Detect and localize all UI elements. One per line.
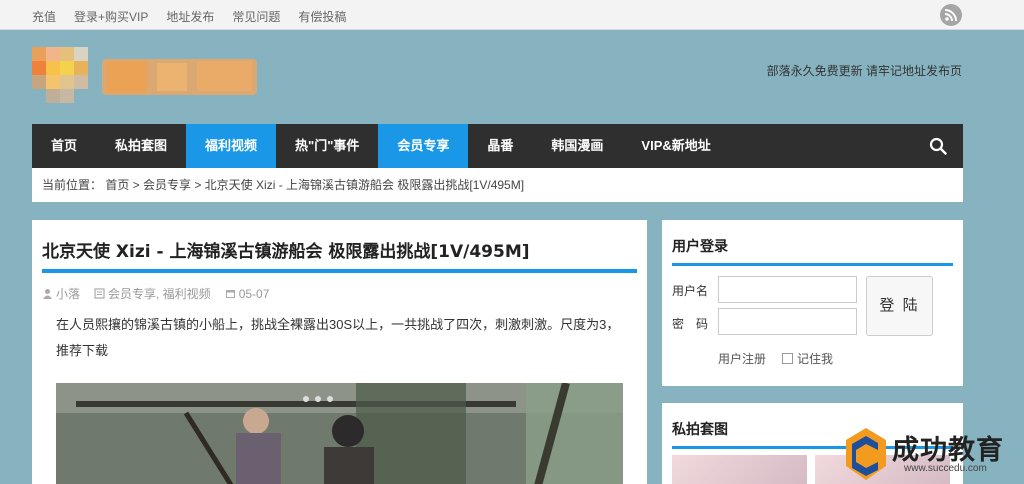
login-title-underline: [672, 263, 953, 266]
main-nav: 首页 私拍套图 福利视频 热"门"事件 会员专享 晶番 韩国漫画 VIP&新地址: [32, 124, 963, 168]
date-meta: 05-07: [225, 285, 270, 302]
watermark-name: 成功教育: [892, 435, 1004, 465]
top-link-recharge[interactable]: 充值: [32, 8, 56, 25]
article-card: 北京天使 Xizi - 上海锦溪古镇游船会 极限露出挑战[1V/495M] 小落…: [32, 220, 647, 484]
remember-checkbox[interactable]: [782, 353, 793, 364]
calendar-icon: [225, 290, 235, 298]
title-underline: [42, 269, 637, 273]
photo-thumb[interactable]: [672, 455, 807, 484]
username-label: 用户名: [672, 284, 709, 298]
user-icon: [43, 289, 52, 299]
site-logo[interactable]: [32, 47, 257, 107]
login-title: 用户登录: [672, 238, 728, 254]
breadcrumb: 当前位置： 首页 > 会员专享 > 北京天使 Xizi - 上海锦溪古镇游船会 …: [32, 168, 963, 202]
author-meta: 小落: [42, 285, 80, 302]
category-meta: 会员专享, 福利视频: [94, 285, 211, 302]
top-link-login-vip[interactable]: 登录+购买VIP: [74, 8, 148, 25]
login-button[interactable]: 登 陆: [866, 276, 933, 336]
article-meta: 小落 会员专享, 福利视频 05-07: [42, 285, 637, 302]
rss-icon[interactable]: [940, 4, 962, 26]
remember-me[interactable]: 记住我: [782, 350, 833, 367]
search-icon[interactable]: [929, 137, 947, 158]
nav-item-hot-events[interactable]: 热"门"事件: [276, 124, 378, 168]
login-widget: 用户登录 用户名 密 码 登 陆 用户注册 记住我: [662, 220, 963, 386]
nav-item-home[interactable]: 首页: [32, 124, 96, 168]
nav-item-welfare-video[interactable]: 福利视频: [186, 124, 277, 168]
nav-item-korean-comics[interactable]: 韩国漫画: [532, 124, 622, 168]
author-name[interactable]: 小落: [56, 285, 80, 302]
folder-icon: [94, 288, 105, 299]
article-date: 05-07: [238, 286, 270, 301]
top-link-contribute[interactable]: 有偿投稿: [298, 8, 346, 25]
watermark: 成功教育 www.succedu.com: [842, 426, 1024, 484]
watermark-url: www.succedu.com: [904, 463, 987, 474]
top-links: 充值 登录+购买VIP 地址发布 常见问题 有偿投稿: [32, 8, 346, 25]
top-bar: 充值 登录+购买VIP 地址发布 常见问题 有偿投稿: [0, 0, 1024, 30]
watermark-logo-icon: [846, 428, 886, 480]
nav-item-vip-new-address[interactable]: VIP&新地址: [622, 124, 729, 168]
nav-item-member-exclusive[interactable]: 会员专享: [378, 124, 469, 168]
top-link-address[interactable]: 地址发布: [166, 8, 214, 25]
article-categories[interactable]: 会员专享, 福利视频: [108, 285, 211, 302]
password-label: 密 码: [672, 317, 709, 331]
nav-item-jingfan[interactable]: 晶番: [468, 124, 532, 168]
remember-label: 记住我: [797, 352, 834, 366]
register-link[interactable]: 用户注册: [718, 350, 766, 367]
article-body: 在人员熙攘的锦溪古镇的小船上，挑战全裸露出30S以上，一共挑战了四次，刺激刺激。…: [56, 317, 620, 358]
nav-item-private-photos[interactable]: 私拍套图: [96, 124, 186, 168]
article-title: 北京天使 Xizi - 上海锦溪古镇游船会 极限露出挑战[1V/495M]: [42, 242, 530, 262]
top-link-faq[interactable]: 常见问题: [232, 8, 280, 25]
article-image[interactable]: [56, 383, 623, 484]
password-input[interactable]: [718, 308, 857, 335]
username-input[interactable]: [718, 276, 857, 303]
site-tagline: 部落永久免费更新 请牢记地址发布页: [766, 64, 962, 78]
